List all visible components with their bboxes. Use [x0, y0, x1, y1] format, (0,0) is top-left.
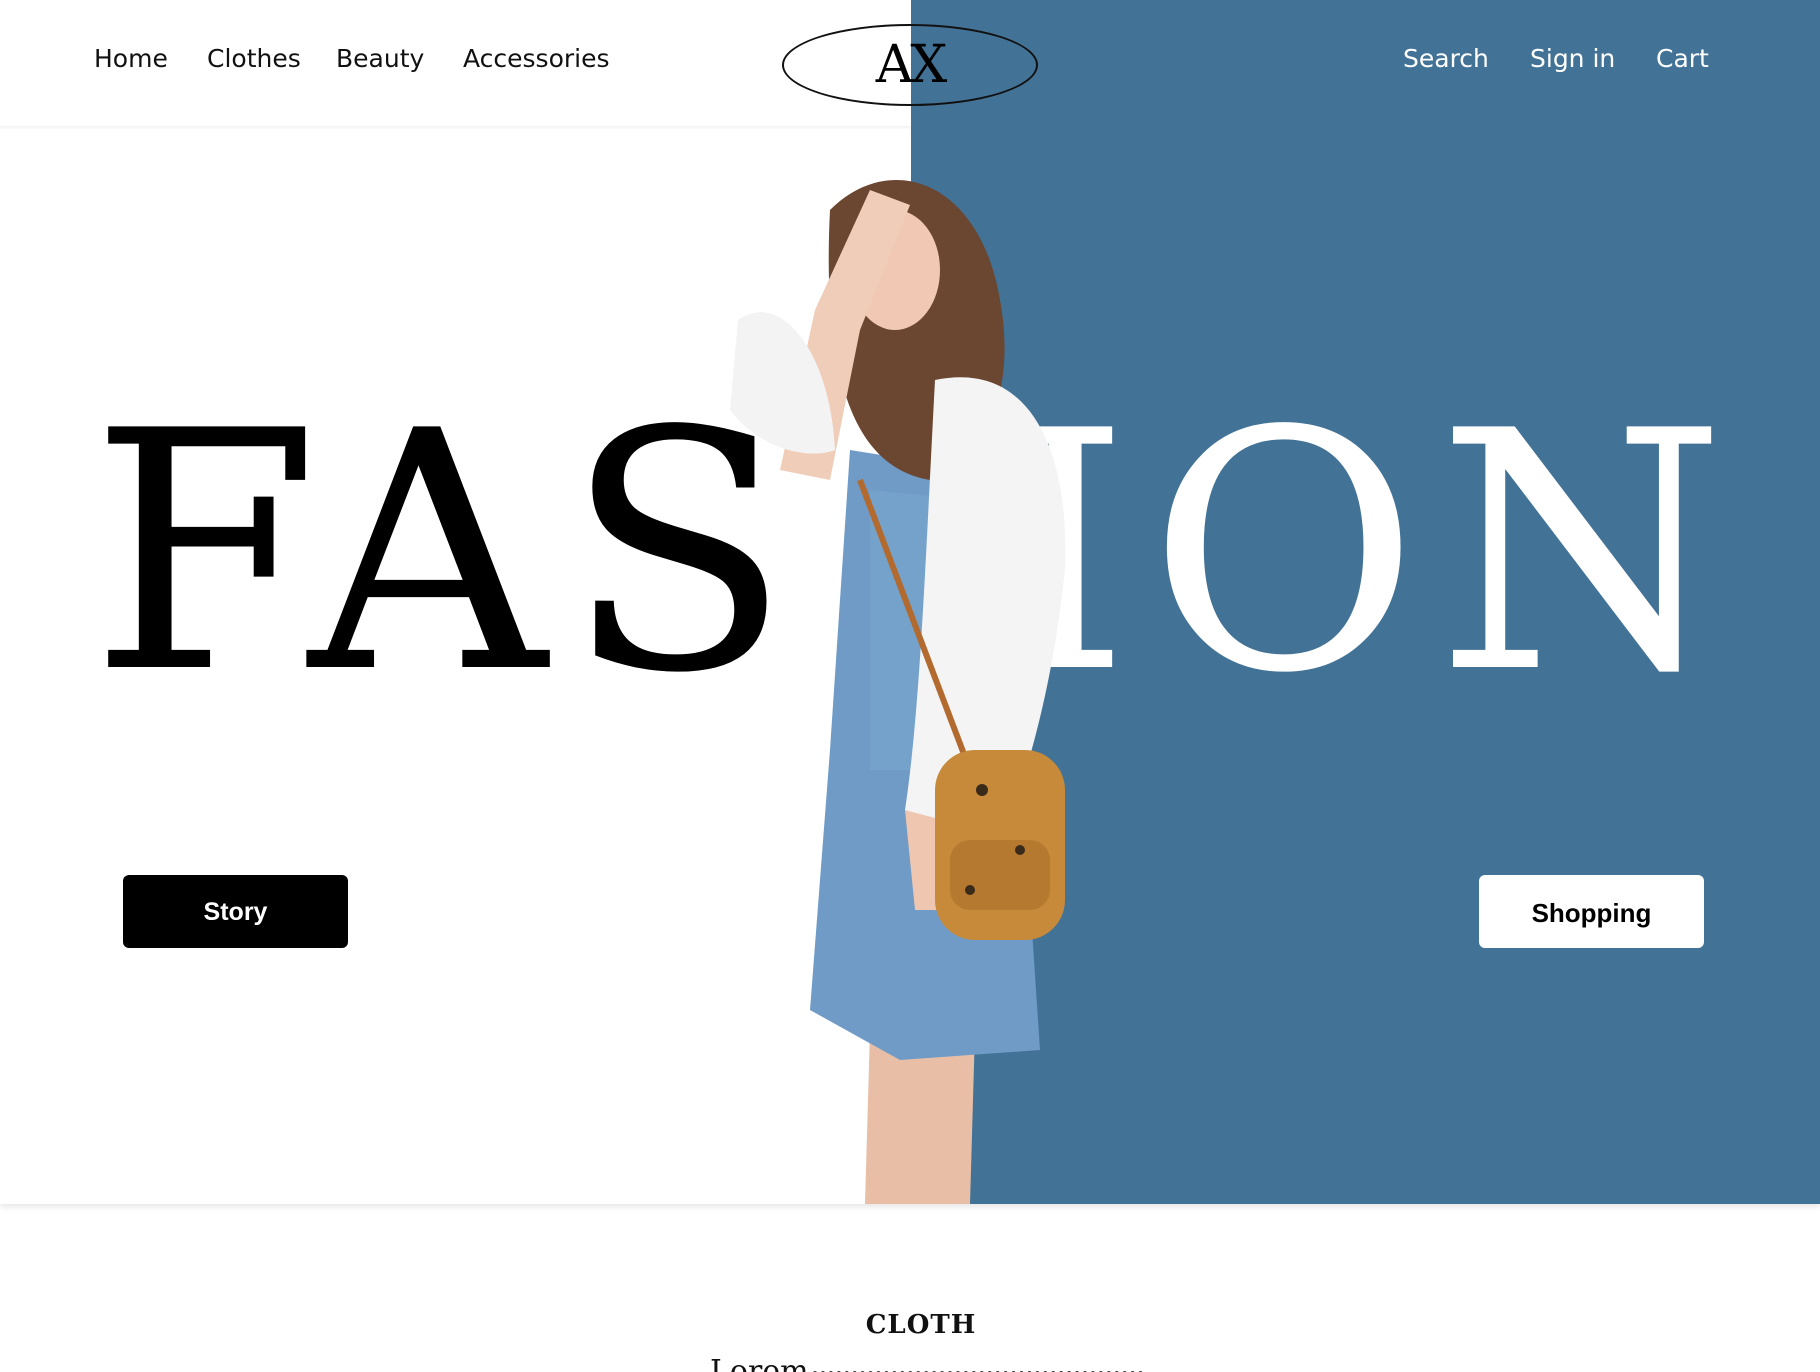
nav-accessories-link[interactable]: Accessories	[463, 44, 610, 73]
nav-beauty-link[interactable]: Beauty	[336, 44, 424, 73]
hero-headline-right: ION	[1000, 361, 1744, 745]
section-text-word: Lorem	[710, 1354, 809, 1372]
nav-home-link[interactable]: Home	[94, 44, 168, 73]
nav-cart-link[interactable]: Cart	[1656, 44, 1709, 73]
nav-clothes-link[interactable]: Clothes	[207, 44, 301, 73]
nav-sign-in-link[interactable]: Sign in	[1530, 44, 1615, 73]
section-title: CLOTH	[865, 1310, 977, 1340]
model-photo-icon	[730, 180, 1066, 1204]
brand-logo-text: AX	[875, 35, 948, 95]
story-button[interactable]: Story	[123, 875, 348, 948]
nav-search-link[interactable]: Search	[1403, 44, 1489, 73]
hero-section: Home Clothes Beauty Accessories AX Searc…	[0, 0, 1820, 1204]
section-text: Lorem	[710, 1354, 1143, 1372]
brand-logo[interactable]: AX	[782, 24, 1038, 106]
shopping-button[interactable]: Shopping	[1479, 875, 1704, 948]
hero-headline-left: FAS	[90, 361, 809, 745]
header-divider	[0, 126, 911, 130]
page: Home Clothes Beauty Accessories AX Searc…	[0, 0, 1820, 1372]
